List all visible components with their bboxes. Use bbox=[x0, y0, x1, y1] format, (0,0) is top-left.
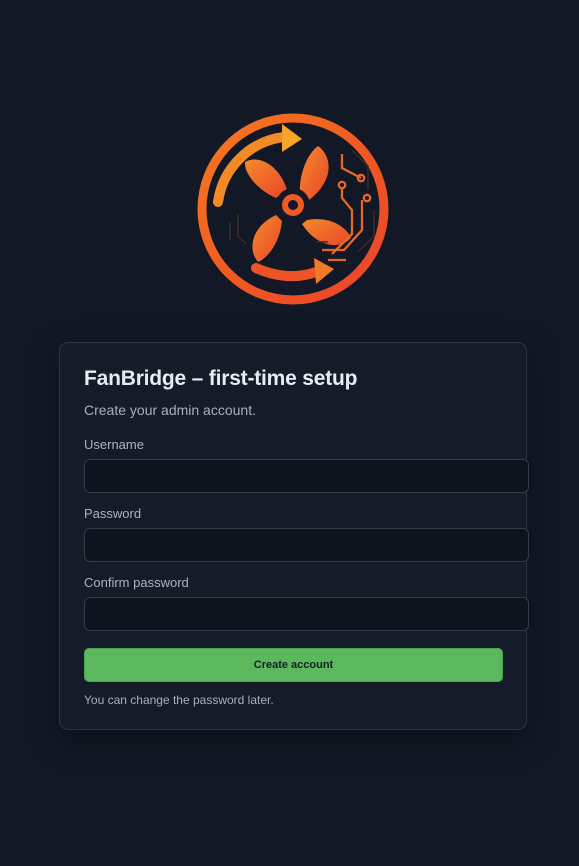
page-subtitle: Create your admin account. bbox=[84, 402, 256, 418]
setup-card: FanBridge – first-time setup Create your… bbox=[59, 342, 529, 730]
create-account-button[interactable]: Create account bbox=[84, 648, 503, 682]
confirm-password-input[interactable] bbox=[84, 597, 529, 631]
page-title: FanBridge – first-time setup bbox=[84, 367, 358, 390]
password-input[interactable] bbox=[84, 528, 529, 562]
username-input[interactable] bbox=[84, 459, 529, 493]
password-label: Password bbox=[84, 506, 142, 521]
password-hint: You can change the password later. bbox=[84, 693, 274, 707]
fan-logo-icon bbox=[196, 110, 392, 308]
setup-page: FanBridge – first-time setup Create your… bbox=[0, 0, 579, 866]
confirm-password-label: Confirm password bbox=[84, 575, 189, 590]
username-label: Username bbox=[84, 437, 144, 452]
